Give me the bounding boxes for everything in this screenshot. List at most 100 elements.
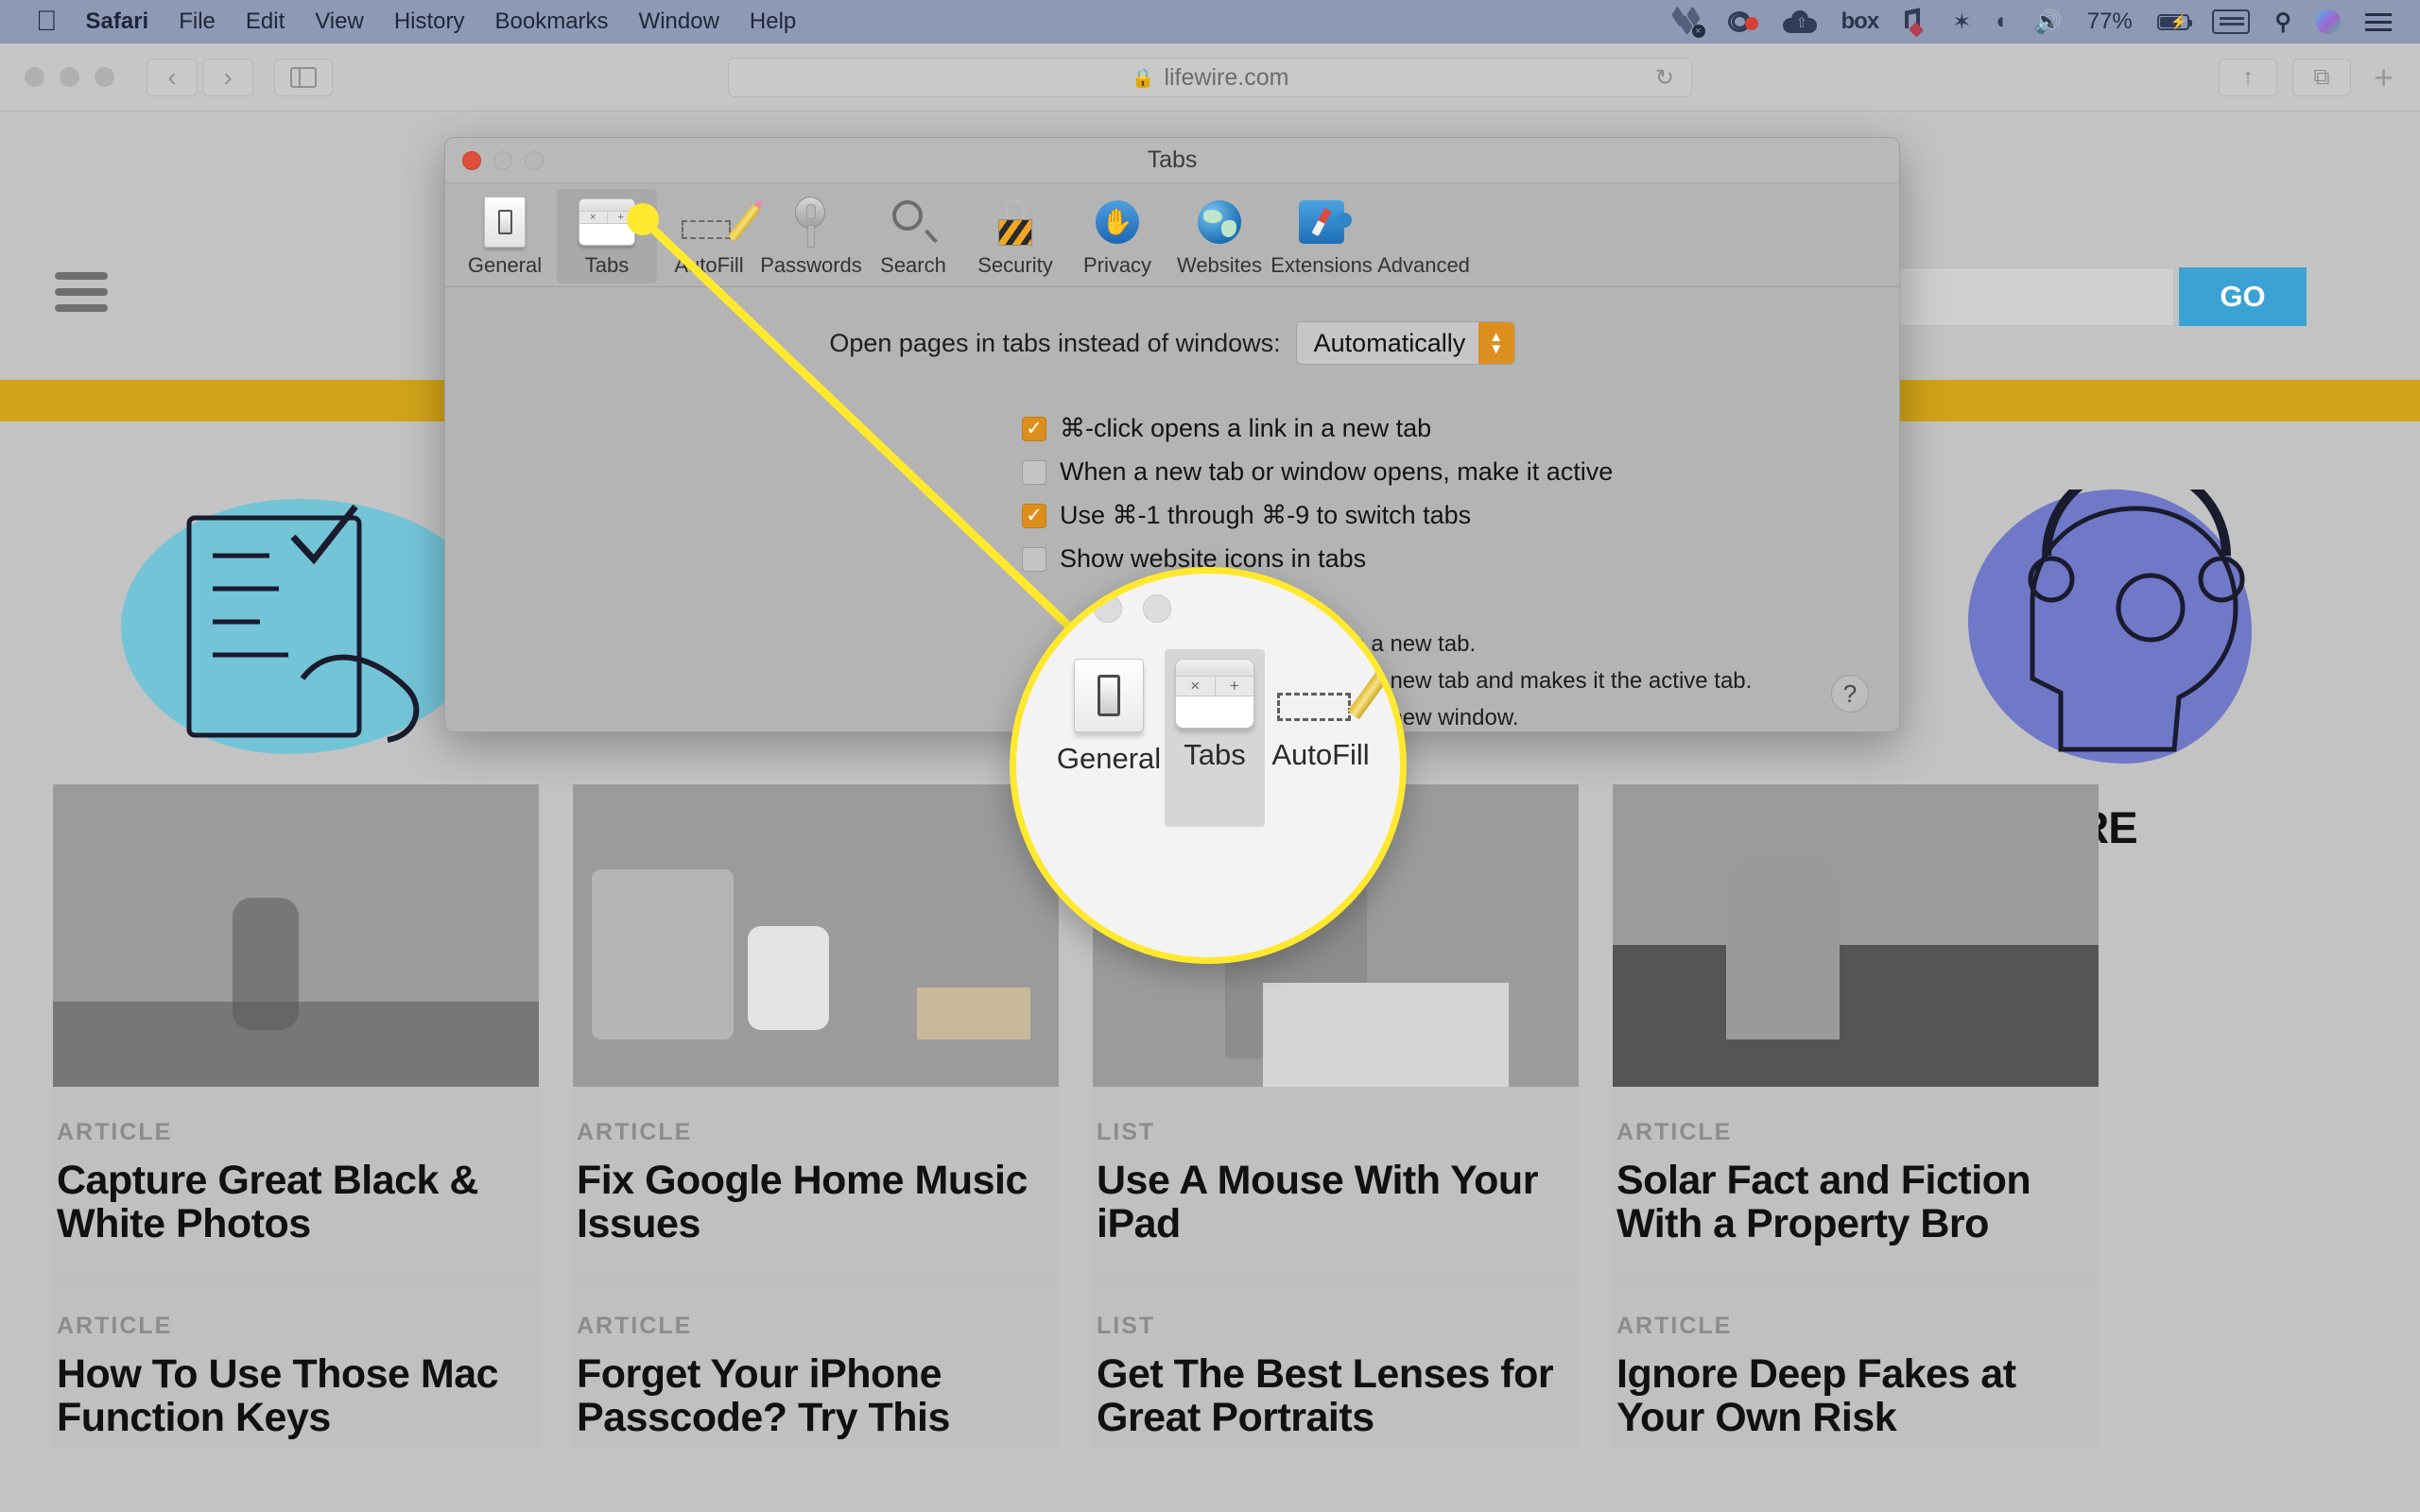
share-button[interactable]: ↑ bbox=[2218, 58, 2277, 96]
creative-cloud-icon[interactable] bbox=[1727, 9, 1758, 34]
music-note-icon[interactable] bbox=[1903, 8, 1927, 38]
checkbox-box[interactable] bbox=[1022, 546, 1046, 572]
menu-item-history[interactable]: History bbox=[394, 9, 465, 35]
menu-item-edit[interactable]: Edit bbox=[246, 9, 285, 35]
magnifier-callout: General × + Tabs AutoFill bbox=[1010, 567, 1407, 964]
checkbox-cmd-click-new-tab[interactable]: ✓ ⌘-click opens a link in a new tab bbox=[1022, 414, 1899, 443]
preferences-traffic-lights[interactable] bbox=[462, 151, 544, 170]
card-title[interactable]: Forget Your iPhone Passcode? Try This bbox=[577, 1352, 1059, 1439]
checkbox-box[interactable] bbox=[1022, 459, 1046, 485]
checkbox-box-checked[interactable]: ✓ bbox=[1022, 503, 1046, 528]
pref-tab-label: General bbox=[467, 253, 543, 277]
pref-tab-label: AutoFill bbox=[674, 253, 744, 277]
tabs-icon: × + bbox=[579, 195, 635, 249]
wifi-icon[interactable]: ◐ bbox=[1996, 9, 2010, 35]
pref-tab-label: Privacy bbox=[1082, 253, 1152, 277]
open-pages-select[interactable]: Automatically ▲ ▼ bbox=[1295, 321, 1515, 365]
checkbox-label: When a new tab or window opens, make it … bbox=[1060, 457, 1614, 486]
minimize-window-button[interactable] bbox=[60, 67, 79, 87]
pref-tab-security[interactable]: Security bbox=[965, 189, 1065, 284]
preferences-titlebar: Tabs bbox=[445, 138, 1899, 183]
pref-tab-label: Websites bbox=[1176, 253, 1263, 277]
card-kicker: ARTICLE bbox=[57, 1119, 173, 1145]
autofill-icon bbox=[680, 195, 762, 249]
zoom-window-button[interactable] bbox=[95, 67, 114, 87]
chevron-updown-icon[interactable]: ▲ ▼ bbox=[1478, 322, 1514, 364]
pref-tab-privacy[interactable]: ✋ Privacy bbox=[1067, 189, 1167, 284]
preferences-zoom-button[interactable] bbox=[525, 151, 544, 170]
menu-item-window[interactable]: Window bbox=[639, 9, 719, 35]
address-bar[interactable]: 🔒 lifewire.com ↻ bbox=[728, 58, 1692, 97]
general-icon bbox=[484, 195, 526, 249]
card-kicker: LIST bbox=[1097, 1313, 1156, 1340]
keyboard-input-icon[interactable] bbox=[2212, 9, 2251, 34]
pref-tab-advanced[interactable]: Advanced bbox=[1374, 189, 1474, 284]
card-title[interactable]: Get The Best Lenses for Great Portraits bbox=[1097, 1352, 1579, 1439]
pref-tab-extensions[interactable]: Extensions bbox=[1270, 189, 1373, 284]
magnified-zoom-button bbox=[1143, 594, 1171, 623]
menu-item-view[interactable]: View bbox=[315, 9, 364, 35]
advanced-gear-icon bbox=[1401, 195, 1446, 249]
card-title[interactable]: Ignore Deep Fakes at Your Own Risk bbox=[1616, 1352, 2099, 1439]
pref-tab-label: Passwords bbox=[760, 253, 862, 277]
card-title[interactable]: Capture Great Black & White Photos bbox=[57, 1159, 539, 1246]
tabs-icon: × + bbox=[1175, 659, 1254, 729]
battery-icon[interactable]: ⚡ bbox=[2156, 13, 2192, 30]
menu-item-file[interactable]: File bbox=[179, 9, 216, 35]
help-button[interactable]: ? bbox=[1831, 675, 1869, 713]
pref-tab-search[interactable]: Search bbox=[863, 189, 963, 284]
checkbox-label: Use ⌘-1 through ⌘-9 to switch tabs bbox=[1060, 501, 1472, 529]
siri-icon[interactable] bbox=[2316, 9, 2341, 34]
bluetooth-icon[interactable]: ✶ bbox=[1952, 9, 1971, 36]
apple-logo-icon[interactable]:  bbox=[36, 8, 58, 36]
headphones-profile-illustration bbox=[2028, 490, 2245, 752]
box-menu-icon[interactable]: box bbox=[1841, 9, 1880, 35]
card-title[interactable]: Use A Mouse With Your iPad bbox=[1097, 1159, 1579, 1246]
control-center-icon[interactable] bbox=[2365, 11, 2392, 32]
card-kicker: ARTICLE bbox=[577, 1119, 693, 1145]
cloud-upload-icon[interactable]: ⇧ bbox=[1782, 10, 1817, 33]
forward-button[interactable]: › bbox=[202, 58, 253, 96]
dropbox-icon[interactable]: × bbox=[1670, 6, 1705, 38]
new-tab-button[interactable]: + bbox=[2366, 58, 2401, 97]
go-button[interactable]: GO bbox=[2179, 267, 2307, 326]
card-title[interactable]: Fix Google Home Music Issues bbox=[577, 1159, 1059, 1246]
preferences-minimize-button[interactable] bbox=[493, 151, 512, 170]
article-card[interactable]: ARTICLE Fix Google Home Music Issues ART… bbox=[573, 784, 1059, 1450]
checkbox-make-new-tab-active[interactable]: When a new tab or window opens, make it … bbox=[1022, 457, 1899, 487]
menu-item-help[interactable]: Help bbox=[750, 9, 796, 35]
checkbox-box-checked[interactable]: ✓ bbox=[1022, 416, 1046, 441]
window-traffic-lights[interactable] bbox=[25, 67, 114, 87]
lock-icon: 🔒 bbox=[1131, 67, 1155, 89]
article-card[interactable]: ARTICLE Capture Great Black & White Phot… bbox=[53, 784, 539, 1450]
autofill-icon bbox=[1277, 659, 1396, 729]
websites-globe-icon bbox=[1198, 195, 1241, 249]
sidebar-toggle-button[interactable] bbox=[274, 58, 333, 96]
safari-toolbar: ‹ › 🔒 lifewire.com ↻ ↑ ⧉ + bbox=[0, 43, 2420, 112]
magnified-label: AutoFill bbox=[1271, 738, 1370, 771]
card-title[interactable]: Solar Fact and Fiction With a Property B… bbox=[1616, 1159, 2099, 1246]
site-menu-icon[interactable] bbox=[55, 272, 108, 314]
pref-tab-label: Search bbox=[880, 253, 946, 277]
card-title[interactable]: How To Use Those Mac Function Keys bbox=[57, 1352, 539, 1439]
volume-icon[interactable]: 🔊 bbox=[2034, 9, 2063, 36]
close-window-button[interactable] bbox=[25, 67, 44, 87]
preferences-close-button[interactable] bbox=[462, 151, 481, 170]
pref-tab-general[interactable]: General bbox=[455, 189, 555, 284]
show-all-tabs-button[interactable]: ⧉ bbox=[2291, 58, 2351, 96]
menu-item-safari[interactable]: Safari bbox=[86, 9, 149, 35]
spotlight-search-icon[interactable]: ⚲ bbox=[2274, 9, 2291, 36]
pref-tab-tabs[interactable]: × + Tabs bbox=[557, 189, 657, 284]
navigation-buttons: ‹ › bbox=[147, 58, 253, 96]
reload-icon[interactable]: ↻ bbox=[1655, 64, 1674, 92]
pref-tab-autofill[interactable]: AutoFill bbox=[659, 189, 762, 284]
pref-tab-websites[interactable]: Websites bbox=[1169, 189, 1270, 284]
pref-tab-passwords[interactable]: Passwords bbox=[760, 189, 862, 284]
back-button[interactable]: ‹ bbox=[147, 58, 198, 96]
checkbox-cmd-number-switch-tabs[interactable]: ✓ Use ⌘-1 through ⌘-9 to switch tabs bbox=[1022, 501, 1899, 530]
checkbox-show-website-icons[interactable]: Show website icons in tabs bbox=[1022, 544, 1899, 574]
open-pages-value: Automatically bbox=[1313, 328, 1466, 357]
article-card[interactable]: ARTICLE Solar Fact and Fiction With a Pr… bbox=[1613, 784, 2099, 1450]
menu-item-bookmarks[interactable]: Bookmarks bbox=[495, 9, 609, 35]
open-pages-row: Open pages in tabs instead of windows: A… bbox=[445, 321, 1899, 365]
